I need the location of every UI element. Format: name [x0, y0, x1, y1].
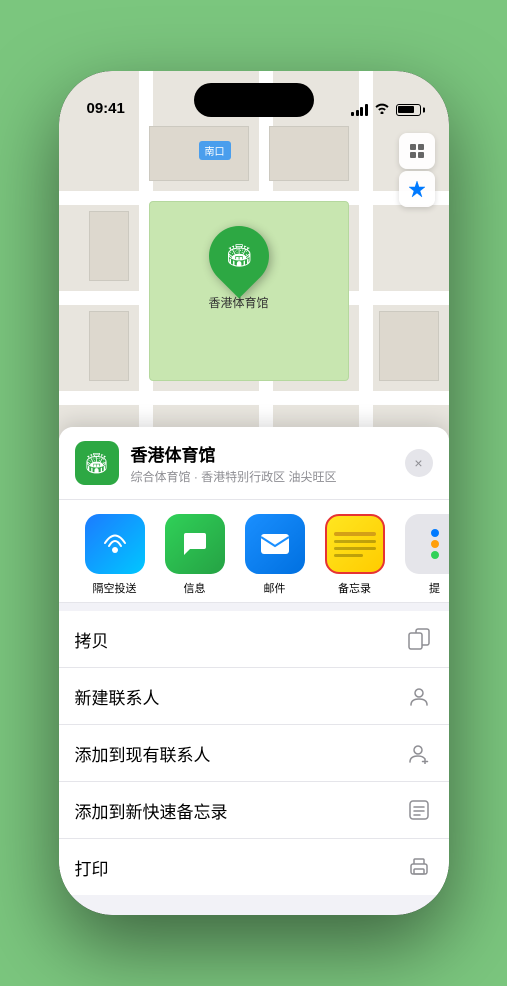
- status-time: 09:41: [87, 100, 125, 119]
- stadium-icon: 🏟: [225, 243, 253, 269]
- close-button[interactable]: ×: [405, 449, 433, 477]
- person-add-icon: [405, 739, 433, 767]
- more-app-item[interactable]: 提: [395, 514, 449, 596]
- venue-name: 香港体育馆: [131, 441, 393, 466]
- add-contact-label: 添加到现有联系人: [75, 741, 211, 766]
- print-label: 打印: [75, 855, 109, 880]
- airdrop-app-item[interactable]: 隔空投送: [75, 514, 155, 596]
- new-contact-label: 新建联系人: [75, 684, 160, 709]
- battery-icon: [396, 104, 421, 116]
- share-apps-row: 隔空投送 信息: [59, 500, 449, 603]
- location-card: 🏟 香港体育馆 综合体育馆 · 香港特别行政区 油尖旺区 ×: [59, 427, 449, 500]
- notes-icon: [325, 514, 385, 574]
- apps-scroll: 隔空投送 信息: [59, 514, 449, 596]
- venue-subtitle: 综合体育馆 · 香港特别行政区 油尖旺区: [131, 468, 393, 485]
- messages-label: 信息: [184, 580, 206, 596]
- mail-icon: [245, 514, 305, 574]
- quick-notes-icon: [405, 796, 433, 824]
- copy-label: 拷贝: [75, 627, 109, 652]
- add-to-contact-action[interactable]: 添加到现有联系人: [59, 725, 449, 782]
- bottom-sheet: 🏟 香港体育馆 综合体育馆 · 香港特别行政区 油尖旺区 ×: [59, 427, 449, 915]
- person-icon: [405, 682, 433, 710]
- map-controls: [399, 133, 435, 207]
- add-quick-note-action[interactable]: 添加到新快速备忘录: [59, 782, 449, 839]
- phone-screen: 09:41: [59, 71, 449, 915]
- notes-label: 备忘录: [338, 580, 371, 596]
- add-notes-label: 添加到新快速备忘录: [75, 798, 228, 823]
- notes-app-item[interactable]: 备忘录: [315, 514, 395, 596]
- map-label-tag: 南口: [199, 141, 231, 160]
- print-icon: [405, 853, 433, 881]
- venue-icon: 🏟: [75, 441, 119, 485]
- copy-action[interactable]: 拷贝: [59, 611, 449, 668]
- location-button[interactable]: [399, 171, 435, 207]
- airdrop-label: 隔空投送: [93, 580, 137, 596]
- airdrop-icon: [85, 514, 145, 574]
- print-action[interactable]: 打印: [59, 839, 449, 895]
- messages-icon: [165, 514, 225, 574]
- wifi-icon: [374, 102, 390, 117]
- messages-app-item[interactable]: 信息: [155, 514, 235, 596]
- stadium-pin: 🏟 香港体育馆: [209, 226, 269, 311]
- more-label: 提: [429, 580, 440, 596]
- location-info: 香港体育馆 综合体育馆 · 香港特别行政区 油尖旺区: [131, 441, 393, 485]
- dynamic-island: [194, 83, 314, 117]
- pin-marker: 🏟: [196, 214, 281, 299]
- status-icons: [351, 102, 421, 119]
- phone-frame: 09:41: [59, 71, 449, 915]
- more-icon: [405, 514, 449, 574]
- copy-icon: [405, 625, 433, 653]
- action-list: 拷贝 新建联系人: [59, 611, 449, 895]
- mail-label: 邮件: [264, 580, 286, 596]
- map-layers-button[interactable]: [399, 133, 435, 169]
- new-contact-action[interactable]: 新建联系人: [59, 668, 449, 725]
- mail-app-item[interactable]: 邮件: [235, 514, 315, 596]
- signal-icon: [351, 104, 368, 116]
